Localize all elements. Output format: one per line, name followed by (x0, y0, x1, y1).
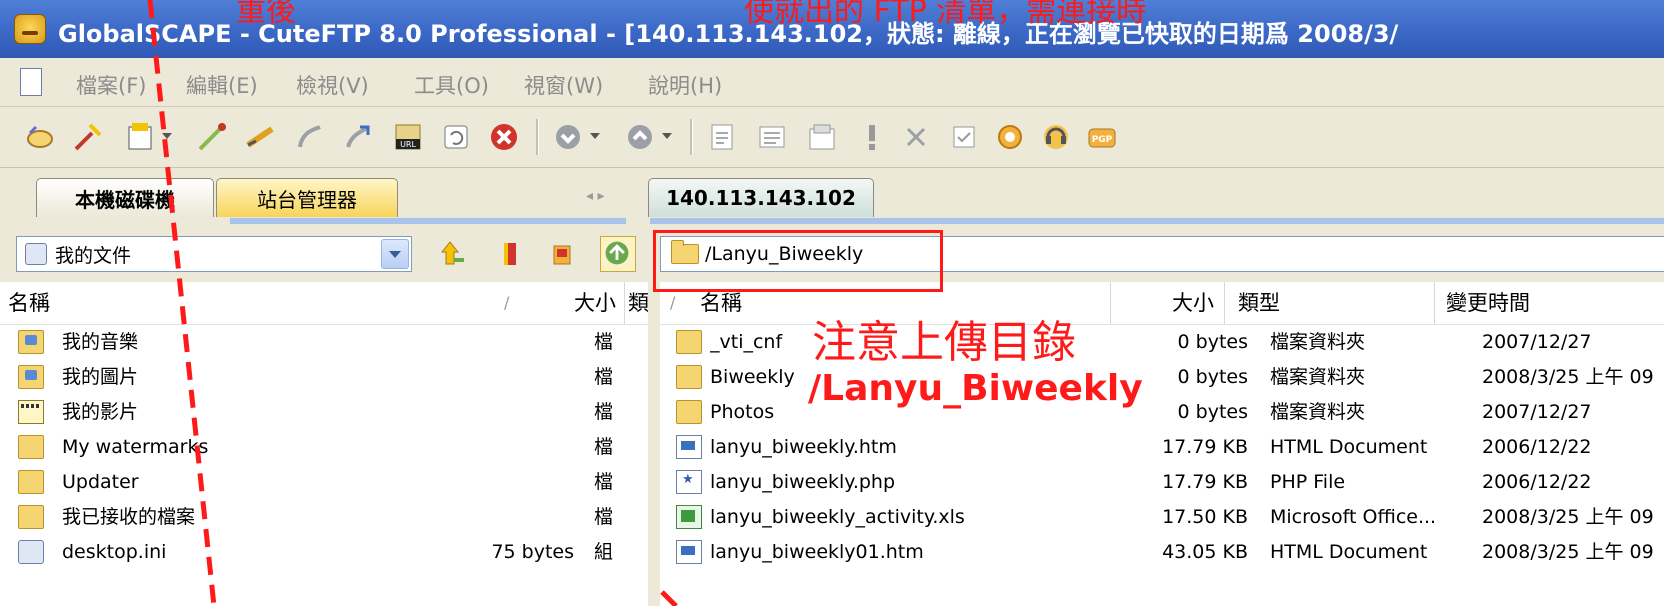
annotation-dashed-line (147, 0, 678, 606)
